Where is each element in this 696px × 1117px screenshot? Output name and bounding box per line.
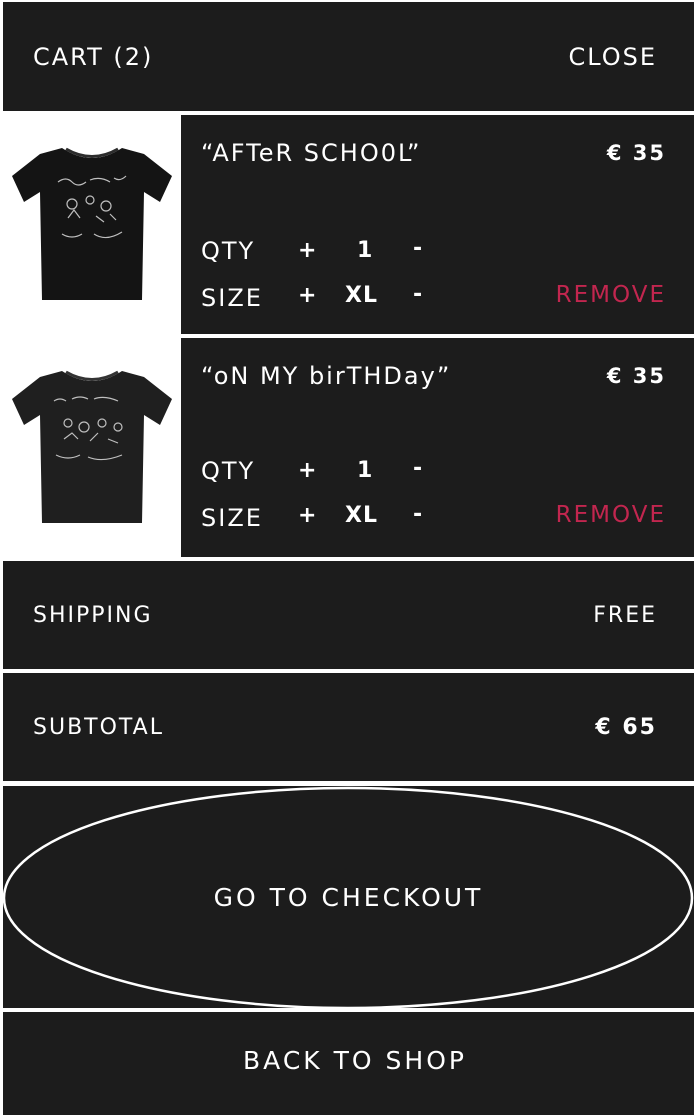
item-price: € 35 <box>606 364 666 388</box>
subtotal-row: SUBTOTAL € 65 <box>3 673 694 781</box>
size-value: XL <box>345 283 378 308</box>
back-to-shop-button[interactable]: BACK TO SHOP <box>3 1012 694 1115</box>
shipping-row: SHIPPING FREE <box>3 561 694 669</box>
size-label: SIZE <box>201 284 263 312</box>
cart-item: “AFTeR SCHO0L” € 35 QTY + 1 - SIZE + XL … <box>181 115 694 334</box>
shipping-label: SHIPPING <box>33 603 153 628</box>
size-decrease-button[interactable]: - <box>413 282 422 307</box>
size-increase-button[interactable]: + <box>298 503 316 528</box>
qty-value: 1 <box>357 458 374 483</box>
back-to-shop-label: BACK TO SHOP <box>243 1046 467 1075</box>
item-name: “AFTeR SCHO0L” <box>201 139 422 167</box>
shipping-value: FREE <box>593 603 657 628</box>
tshirt-icon <box>12 147 172 300</box>
qty-value: 1 <box>357 238 374 263</box>
checkout-label: GO TO CHECKOUT <box>213 883 484 912</box>
item-name: “oN MY birTHDay” <box>201 362 452 390</box>
subtotal-value: € 65 <box>595 715 657 740</box>
remove-button[interactable]: REMOVE <box>556 282 666 308</box>
size-value: XL <box>345 503 378 528</box>
subtotal-label: SUBTOTAL <box>33 715 164 740</box>
remove-button[interactable]: REMOVE <box>556 502 666 528</box>
product-image <box>3 115 178 334</box>
qty-increase-button[interactable]: + <box>298 458 316 483</box>
item-price: € 35 <box>606 141 666 165</box>
close-button[interactable]: CLOSE <box>568 43 657 71</box>
qty-label: QTY <box>201 237 256 265</box>
checkout-button[interactable]: GO TO CHECKOUT <box>3 786 694 1008</box>
qty-decrease-button[interactable]: - <box>413 236 422 261</box>
size-label: SIZE <box>201 504 263 532</box>
size-increase-button[interactable]: + <box>298 283 316 308</box>
size-decrease-button[interactable]: - <box>413 502 422 527</box>
product-image <box>3 338 178 557</box>
qty-decrease-button[interactable]: - <box>413 456 422 481</box>
qty-label: QTY <box>201 457 256 485</box>
qty-increase-button[interactable]: + <box>298 238 316 263</box>
cart-item: “oN MY birTHDay” € 35 QTY + 1 - SIZE + X… <box>181 338 694 557</box>
cart-title: CART (2) <box>33 43 154 71</box>
cart-header: CART (2) CLOSE <box>3 2 694 111</box>
tshirt-icon <box>12 370 172 523</box>
